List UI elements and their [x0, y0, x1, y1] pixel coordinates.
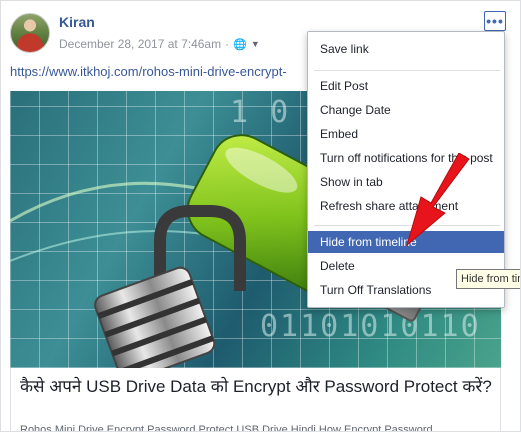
menu-item-save-link[interactable]: Save link [308, 38, 504, 60]
post-card: Kiran December 28, 2017 at 7:46am · 🌐 ▼ … [0, 0, 521, 432]
menu-item-embed[interactable]: Embed [308, 123, 504, 145]
post-link[interactable]: https://www.itkhoj.com/rohos-mini-drive-… [10, 64, 310, 79]
link-preview-title[interactable]: कैसे अपने USB Drive Data को Encrypt और P… [20, 376, 495, 398]
link-preview-description: Rohos Mini Drive Encrypt Password Protec… [20, 424, 433, 432]
author-avatar[interactable] [10, 13, 50, 53]
annotation-arrow-icon [406, 153, 470, 247]
link-preview-caption[interactable]: कैसे अपने USB Drive Data को Encrypt और P… [10, 368, 501, 432]
menu-item-edit-post[interactable]: Edit Post [308, 75, 504, 97]
post-date[interactable]: December 28, 2017 at 7:46am [59, 37, 221, 51]
tooltip: Hide from timeline [456, 269, 520, 289]
post-meta: December 28, 2017 at 7:46am · 🌐 ▼ [59, 37, 260, 51]
menu-divider [314, 70, 500, 71]
dot-separator: · [225, 37, 230, 51]
author-name[interactable]: Kiran [59, 14, 95, 30]
menu-item-change-date[interactable]: Change Date [308, 99, 504, 121]
globe-icon[interactable]: 🌐 [233, 38, 247, 51]
chevron-down-icon[interactable]: ▼ [251, 39, 260, 49]
post-options-button[interactable]: ••• [484, 11, 506, 31]
